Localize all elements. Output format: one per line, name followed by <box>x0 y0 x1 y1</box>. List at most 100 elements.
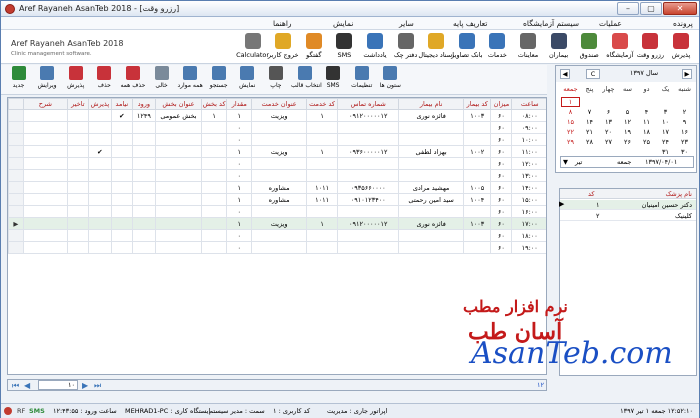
grid-tool-sms[interactable]: SMS <box>320 66 347 94</box>
column-header[interactable]: کد خدمت <box>305 98 339 110</box>
table-cell[interactable]: ۶۰ <box>490 121 513 134</box>
grid-tool-settings[interactable]: تنظیمات <box>348 66 375 94</box>
menu-item-4[interactable]: سایر <box>399 19 414 28</box>
table-cell[interactable] <box>463 121 492 134</box>
doctor-row[interactable]: ▶ دکتر حسین امینیان ۱ <box>559 200 696 210</box>
table-cell[interactable] <box>201 121 228 134</box>
calendar-day[interactable]: ۲۵ <box>637 137 656 147</box>
table-cell[interactable]: فائزه نوری <box>398 109 465 122</box>
appointment-grid[interactable]: ساعت میزان کد بیمار نام بیمار شماره تماس کد خ… <box>7 97 547 375</box>
table-cell[interactable] <box>131 193 156 206</box>
table-cell[interactable] <box>22 229 68 242</box>
next-year-button[interactable]: ▶ <box>682 69 692 79</box>
row-indicator[interactable] <box>8 109 24 122</box>
table-cell[interactable]: ۶۰ <box>490 145 513 158</box>
table-cell[interactable] <box>201 169 228 182</box>
grid-tool-template[interactable]: انتخاب قالب <box>291 66 322 94</box>
table-cell[interactable] <box>66 169 89 182</box>
table-row[interactable]: ۱۶:۰۰ ۶۰ ۰ <box>8 205 546 218</box>
table-row[interactable]: ۱۰:۰۰ ۶۰ ۰ <box>8 133 546 146</box>
table-cell[interactable]: ویزیت <box>251 217 307 230</box>
column-header[interactable]: میزان <box>490 98 513 110</box>
table-cell[interactable] <box>110 241 133 254</box>
table-cell[interactable] <box>337 229 400 242</box>
table-cell[interactable] <box>463 205 492 218</box>
table-cell[interactable]: ۶۰ <box>490 181 513 194</box>
table-cell[interactable] <box>131 169 156 182</box>
table-cell[interactable]: ۱۴:۰۰ <box>511 181 546 194</box>
table-cell[interactable]: مشاوره <box>251 181 307 194</box>
table-cell[interactable]: ۶۰ <box>490 109 513 122</box>
table-cell[interactable] <box>131 157 156 170</box>
table-cell[interactable]: سید امین رحمتی <box>398 193 465 206</box>
table-cell[interactable]: ۱۸:۰۰ <box>511 229 546 242</box>
table-cell[interactable]: ۱۰۰۳ <box>463 109 492 122</box>
table-cell[interactable]: ۶۰ <box>490 157 513 170</box>
table-cell[interactable] <box>463 229 492 242</box>
row-indicator[interactable] <box>8 169 24 182</box>
table-cell[interactable] <box>131 133 156 146</box>
grid-tool-all-items[interactable]: همه موارد <box>177 66 204 94</box>
table-cell[interactable]: ۰۹:۰۰ <box>511 121 546 134</box>
column-header[interactable]: پذیرش <box>87 98 112 110</box>
table-cell[interactable] <box>251 169 307 182</box>
table-cell[interactable] <box>22 121 68 134</box>
table-cell[interactable] <box>154 229 203 242</box>
grid-tool-admit[interactable]: پذیرش <box>62 66 89 94</box>
toolbar-button-stethoscope[interactable]: معاینات <box>510 33 546 63</box>
table-cell[interactable] <box>251 241 307 254</box>
table-cell[interactable] <box>66 217 89 230</box>
table-cell[interactable]: ۱۱:۰۰ <box>511 145 546 158</box>
table-cell[interactable]: ۱ <box>226 145 253 158</box>
table-cell[interactable]: ۰۹۳۶۰۰۰۰۰۱۲ <box>337 145 400 158</box>
table-cell[interactable] <box>66 241 89 254</box>
calendar-day[interactable]: ۲۹ <box>561 137 580 147</box>
last-page-icon[interactable]: ⏭ <box>94 381 101 391</box>
table-cell[interactable] <box>154 121 203 134</box>
table-cell[interactable] <box>131 145 156 158</box>
calendar-day[interactable]: ۹ <box>675 117 694 127</box>
table-cell[interactable] <box>87 193 112 206</box>
table-cell[interactable]: ۰ <box>226 205 253 218</box>
table-cell[interactable] <box>201 217 228 230</box>
table-cell[interactable] <box>337 241 400 254</box>
table-cell[interactable] <box>131 205 156 218</box>
table-cell[interactable]: ۱۶:۰۰ <box>511 205 546 218</box>
menu-item-5[interactable]: نمایش <box>333 19 353 28</box>
table-cell[interactable] <box>398 241 465 254</box>
calendar-day[interactable]: ۲۲ <box>561 127 580 137</box>
column-header[interactable]: شرح <box>22 98 68 110</box>
table-cell[interactable] <box>463 241 492 254</box>
table-cell[interactable]: ۰۹۳۵۶۶۰۰۰۰ <box>337 181 400 194</box>
table-cell[interactable] <box>110 229 133 242</box>
table-cell[interactable]: ۶۰ <box>490 193 513 206</box>
menu-item-3[interactable]: تعاریف پایه <box>453 19 487 28</box>
table-cell[interactable]: ۶۰ <box>490 217 513 230</box>
table-cell[interactable] <box>22 205 68 218</box>
grid-tool-edit[interactable]: ویرایش <box>34 66 61 94</box>
table-row[interactable]: ۱۷:۰۰ ۶۰ ۱۰۰۳ فائزه نوری ۰۹۱۲۰۰۰۰۰۱۲ ۱ ویزیت ۱ ▶ <box>8 217 546 230</box>
minimize-button[interactable]: – <box>617 2 639 15</box>
table-cell[interactable] <box>22 109 68 122</box>
table-cell[interactable]: ۱۰۰۳ <box>463 217 492 230</box>
table-cell[interactable]: ۰ <box>226 169 253 182</box>
calendar-day[interactable]: ۱ <box>561 97 580 107</box>
row-indicator[interactable] <box>8 121 24 134</box>
table-cell[interactable]: ۰ <box>226 229 253 242</box>
table-cell[interactable] <box>398 169 465 182</box>
calendar-day[interactable] <box>599 94 618 104</box>
table-cell[interactable] <box>337 169 400 182</box>
table-cell[interactable] <box>131 241 156 254</box>
calendar-day[interactable] <box>637 94 656 104</box>
table-cell[interactable] <box>201 205 228 218</box>
close-button[interactable]: ✕ <box>663 2 697 15</box>
table-row[interactable]: ۱۲:۰۰ ۶۰ ۰ <box>8 157 546 170</box>
calendar-day[interactable]: ۲۰ <box>599 127 618 137</box>
column-header[interactable]: نام بیمار <box>398 98 465 110</box>
table-cell[interactable] <box>305 229 339 242</box>
table-cell[interactable] <box>110 157 133 170</box>
calendar-day[interactable]: ۳ <box>656 107 675 117</box>
grid-tool-search[interactable]: جستجو <box>205 66 232 94</box>
table-cell[interactable] <box>87 181 112 194</box>
table-cell[interactable]: ۱۰:۰۰ <box>511 133 546 146</box>
